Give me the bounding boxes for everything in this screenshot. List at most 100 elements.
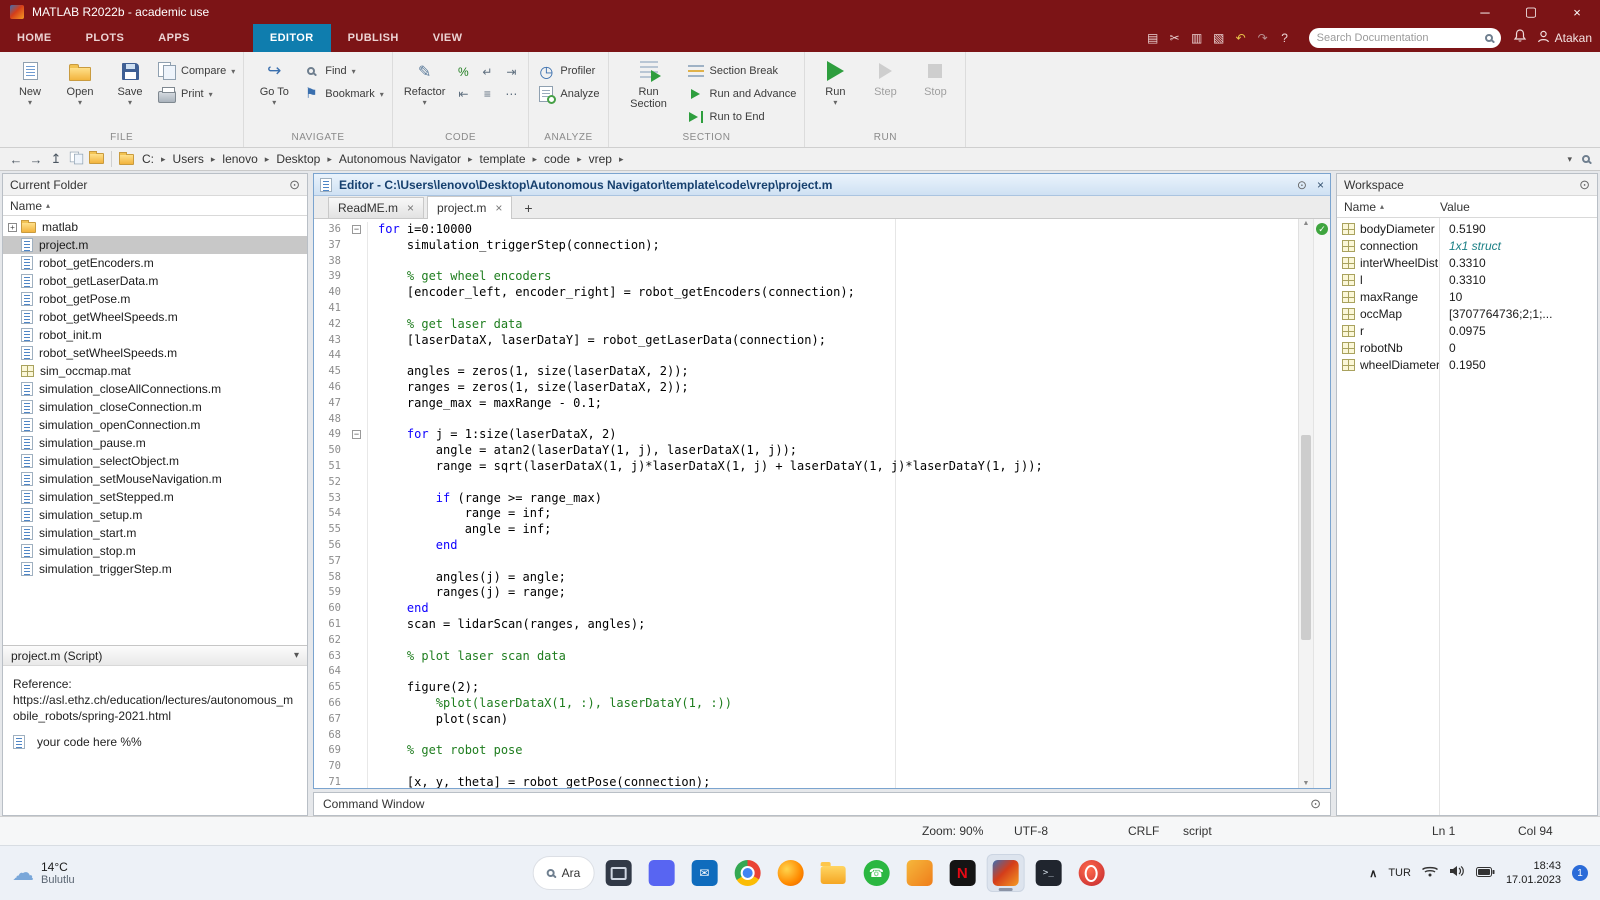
file-row[interactable]: simulation_openConnection.m	[3, 416, 307, 434]
code-line[interactable]: 46 ranges = zeros(1, size(laserDataX, 2)…	[314, 379, 1298, 396]
editor-menu-icon[interactable]: ⊙	[1297, 178, 1307, 192]
file-row[interactable]: simulation_selectObject.m	[3, 452, 307, 470]
code-line[interactable]: 63 % plot laser scan data	[314, 648, 1298, 665]
code-line[interactable]: 62	[314, 632, 1298, 649]
new-tab-button[interactable]: +	[515, 200, 541, 218]
ribbon-tab-home[interactable]: HOME	[0, 24, 69, 52]
code-line[interactable]: 53 if (range >= range_max)	[314, 490, 1298, 507]
code-line[interactable]: 60 end	[314, 601, 1298, 617]
print-button[interactable]: Print ▾	[158, 86, 235, 103]
minimize-button[interactable]: ─	[1462, 0, 1508, 24]
code-line[interactable]: 69 % get robot pose	[314, 743, 1298, 760]
editor-title-bar[interactable]: Editor - C:\Users\lenovo\Desktop\Autonom…	[314, 174, 1330, 196]
file-row[interactable]: simulation_start.m	[3, 524, 307, 542]
wrap-icon[interactable]: ↵	[478, 64, 496, 80]
workspace-row[interactable]: robotNb 0	[1337, 339, 1597, 356]
bookmark-button[interactable]: ⚑ Bookmark ▾	[302, 86, 384, 102]
run-to-end-button[interactable]: Run to End	[687, 109, 797, 125]
code-line[interactable]: 55 angle = inf;	[314, 522, 1298, 538]
code-line[interactable]: 42 % get laser data	[314, 316, 1298, 333]
zoom-level[interactable]: Zoom: 90%	[922, 824, 983, 838]
breadcrumb-item[interactable]: C:	[140, 152, 156, 166]
workspace-row[interactable]: interWheelDist 0.3310	[1337, 254, 1597, 271]
file-row[interactable]: simulation_setMouseNavigation.m	[3, 470, 307, 488]
user-account[interactable]: Atakan	[1537, 30, 1592, 46]
workspace-column-headers[interactable]: Name ▴ Value	[1337, 196, 1597, 218]
code-line[interactable]: 57	[314, 553, 1298, 570]
file-row[interactable]: + matlab	[3, 218, 307, 236]
refactor-button[interactable]: ✎ Refactor ▾	[401, 54, 449, 107]
weather-widget[interactable]: ☁ 14°C Bulutlu	[0, 860, 75, 886]
browse-documents-icon[interactable]	[66, 149, 86, 170]
file-row[interactable]: simulation_closeAllConnections.m	[3, 380, 307, 398]
indent-right-icon[interactable]: ⇥	[502, 64, 520, 80]
open-button[interactable]: Open ▾	[58, 54, 102, 107]
editor-scrollbar[interactable]: ▲ ▼	[1298, 219, 1313, 788]
file-row[interactable]: robot_getLaserData.m	[3, 272, 307, 290]
code-line[interactable]: 70	[314, 759, 1298, 775]
code-area[interactable]: 36− for i=0:10000 37 simulation_triggerSte…	[314, 219, 1330, 788]
close-tab-icon[interactable]: ×	[407, 201, 414, 215]
file-row[interactable]: robot_getPose.m	[3, 290, 307, 308]
code-line[interactable]: 66 %plot(laserDataX(1, :), laserDataY(1,…	[314, 695, 1298, 712]
file-row[interactable]: robot_init.m	[3, 326, 307, 344]
start-button[interactable]	[490, 854, 528, 892]
workspace-row[interactable]: connection 1x1 struct	[1337, 237, 1597, 254]
file-row[interactable]: sim_occmap.mat	[3, 362, 307, 380]
file-row[interactable]: robot_setWheelSpeeds.m	[3, 344, 307, 362]
lines-icon[interactable]: ≡	[478, 86, 496, 102]
breadcrumb-item[interactable]: code	[542, 152, 572, 166]
expander-icon[interactable]: +	[8, 222, 21, 232]
workspace-row[interactable]: occMap [3707764736;2;1;...	[1337, 305, 1597, 322]
undo-icon[interactable]: ↶	[1231, 31, 1251, 45]
breadcrumb-item[interactable]: vrep	[587, 152, 614, 166]
breadcrumb-item[interactable]: Autonomous Navigator	[337, 152, 463, 166]
help-icon[interactable]: ?	[1275, 31, 1295, 45]
ribbon-tab-apps[interactable]: APPS	[141, 24, 207, 52]
up-one-level-icon[interactable]: ↥	[46, 151, 66, 167]
battery-icon[interactable]	[1475, 864, 1495, 882]
taskbar-app-outlook[interactable]: ✉	[685, 854, 723, 892]
breadcrumb-item[interactable]: lenovo	[220, 152, 259, 166]
indent-left-icon[interactable]: ⇤	[454, 86, 472, 102]
clock[interactable]: 18:43 17.01.2023	[1506, 859, 1561, 887]
documentation-search[interactable]	[1308, 28, 1501, 48]
taskbar-app-terminal[interactable]: >_	[1029, 854, 1067, 892]
taskbar-app-store[interactable]	[900, 854, 938, 892]
taskbar-app-taskview[interactable]	[599, 854, 637, 892]
code-line[interactable]: 52	[314, 474, 1298, 491]
workspace-row[interactable]: l 0.3310	[1337, 271, 1597, 288]
close-tab-icon[interactable]: ×	[495, 201, 502, 215]
file-row[interactable]: simulation_stop.m	[3, 542, 307, 560]
notification-badge[interactable]: 1	[1572, 865, 1588, 881]
taskbar-app-whatsapp[interactable]: ☎	[857, 854, 895, 892]
run-button[interactable]: Run ▾	[813, 54, 857, 107]
code-line[interactable]: 67 plot(scan)	[314, 711, 1298, 728]
line-ending[interactable]: CRLF	[1128, 824, 1159, 838]
new-button[interactable]: New ▾	[8, 54, 52, 107]
profiler-button[interactable]: ◷ Profiler	[537, 62, 599, 81]
go-to-button[interactable]: ↪ Go To ▾	[252, 54, 296, 107]
details-header[interactable]: project.m (Script) ▾	[3, 645, 307, 666]
code-line[interactable]: 58 angles(j) = angle;	[314, 569, 1298, 586]
code-line[interactable]: 41	[314, 300, 1298, 317]
taskbar-app-explorer[interactable]	[814, 854, 852, 892]
code-line[interactable]: 68	[314, 727, 1298, 744]
taskbar-search[interactable]: Ara	[532, 856, 595, 890]
file-row[interactable]: simulation_setup.m	[3, 506, 307, 524]
code-line[interactable]: 49 − for j = 1:size(laserDataX, 2)	[314, 427, 1298, 444]
code-line[interactable]: 61 scan = lidarScan(ranges, angles);	[314, 616, 1298, 633]
notifications-bell-icon[interactable]	[1513, 28, 1527, 48]
reference-url[interactable]: https://asl.ethz.ch/education/lectures/a…	[13, 692, 299, 724]
wifi-icon[interactable]	[1421, 864, 1438, 882]
scroll-down-icon[interactable]: ▼	[1299, 780, 1313, 787]
ribbon-tab-plots[interactable]: PLOTS	[69, 24, 142, 52]
taskbar-app-netflix[interactable]: N	[943, 854, 981, 892]
back-icon[interactable]: ←	[6, 152, 26, 167]
compare-button[interactable]: Compare ▾	[158, 62, 235, 80]
code-line[interactable]: 40 [encoder_left, encoder_right] = robot…	[314, 285, 1298, 301]
code-line[interactable]: 48	[314, 411, 1298, 428]
find-button[interactable]: Find ▾	[302, 63, 384, 79]
code-line[interactable]: 47 range_max = maxRange - 0.1;	[314, 395, 1298, 412]
section-break-button[interactable]: Section Break	[687, 63, 797, 79]
